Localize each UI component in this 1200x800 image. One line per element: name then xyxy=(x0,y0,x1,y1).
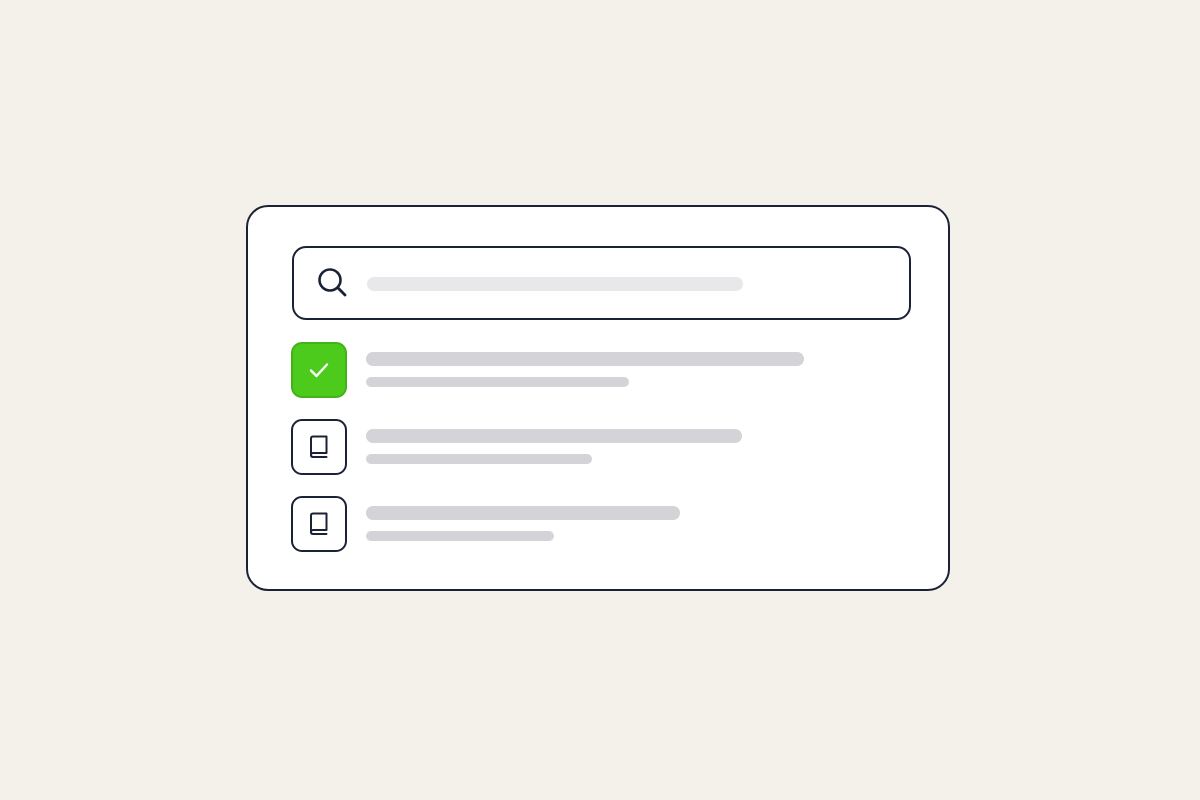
selected-checkbox[interactable] xyxy=(291,342,347,398)
checkmark-icon xyxy=(309,363,329,378)
result-title-placeholder xyxy=(366,429,742,443)
result-item-2[interactable] xyxy=(291,419,891,475)
result-item-3[interactable] xyxy=(291,496,891,552)
search-input[interactable] xyxy=(292,246,911,320)
result-subtitle-placeholder xyxy=(366,377,629,387)
search-results-card xyxy=(246,205,950,591)
result-item-1[interactable] xyxy=(291,342,891,398)
result-subtitle-placeholder xyxy=(366,531,554,541)
book-badge[interactable] xyxy=(291,496,347,552)
book-icon xyxy=(310,512,328,535)
result-subtitle-placeholder xyxy=(366,454,592,464)
result-title-placeholder xyxy=(366,506,680,520)
result-title-placeholder xyxy=(366,352,804,366)
search-icon xyxy=(318,268,347,297)
book-icon xyxy=(310,435,328,458)
book-badge[interactable] xyxy=(291,419,347,475)
search-placeholder-bar xyxy=(367,277,743,291)
